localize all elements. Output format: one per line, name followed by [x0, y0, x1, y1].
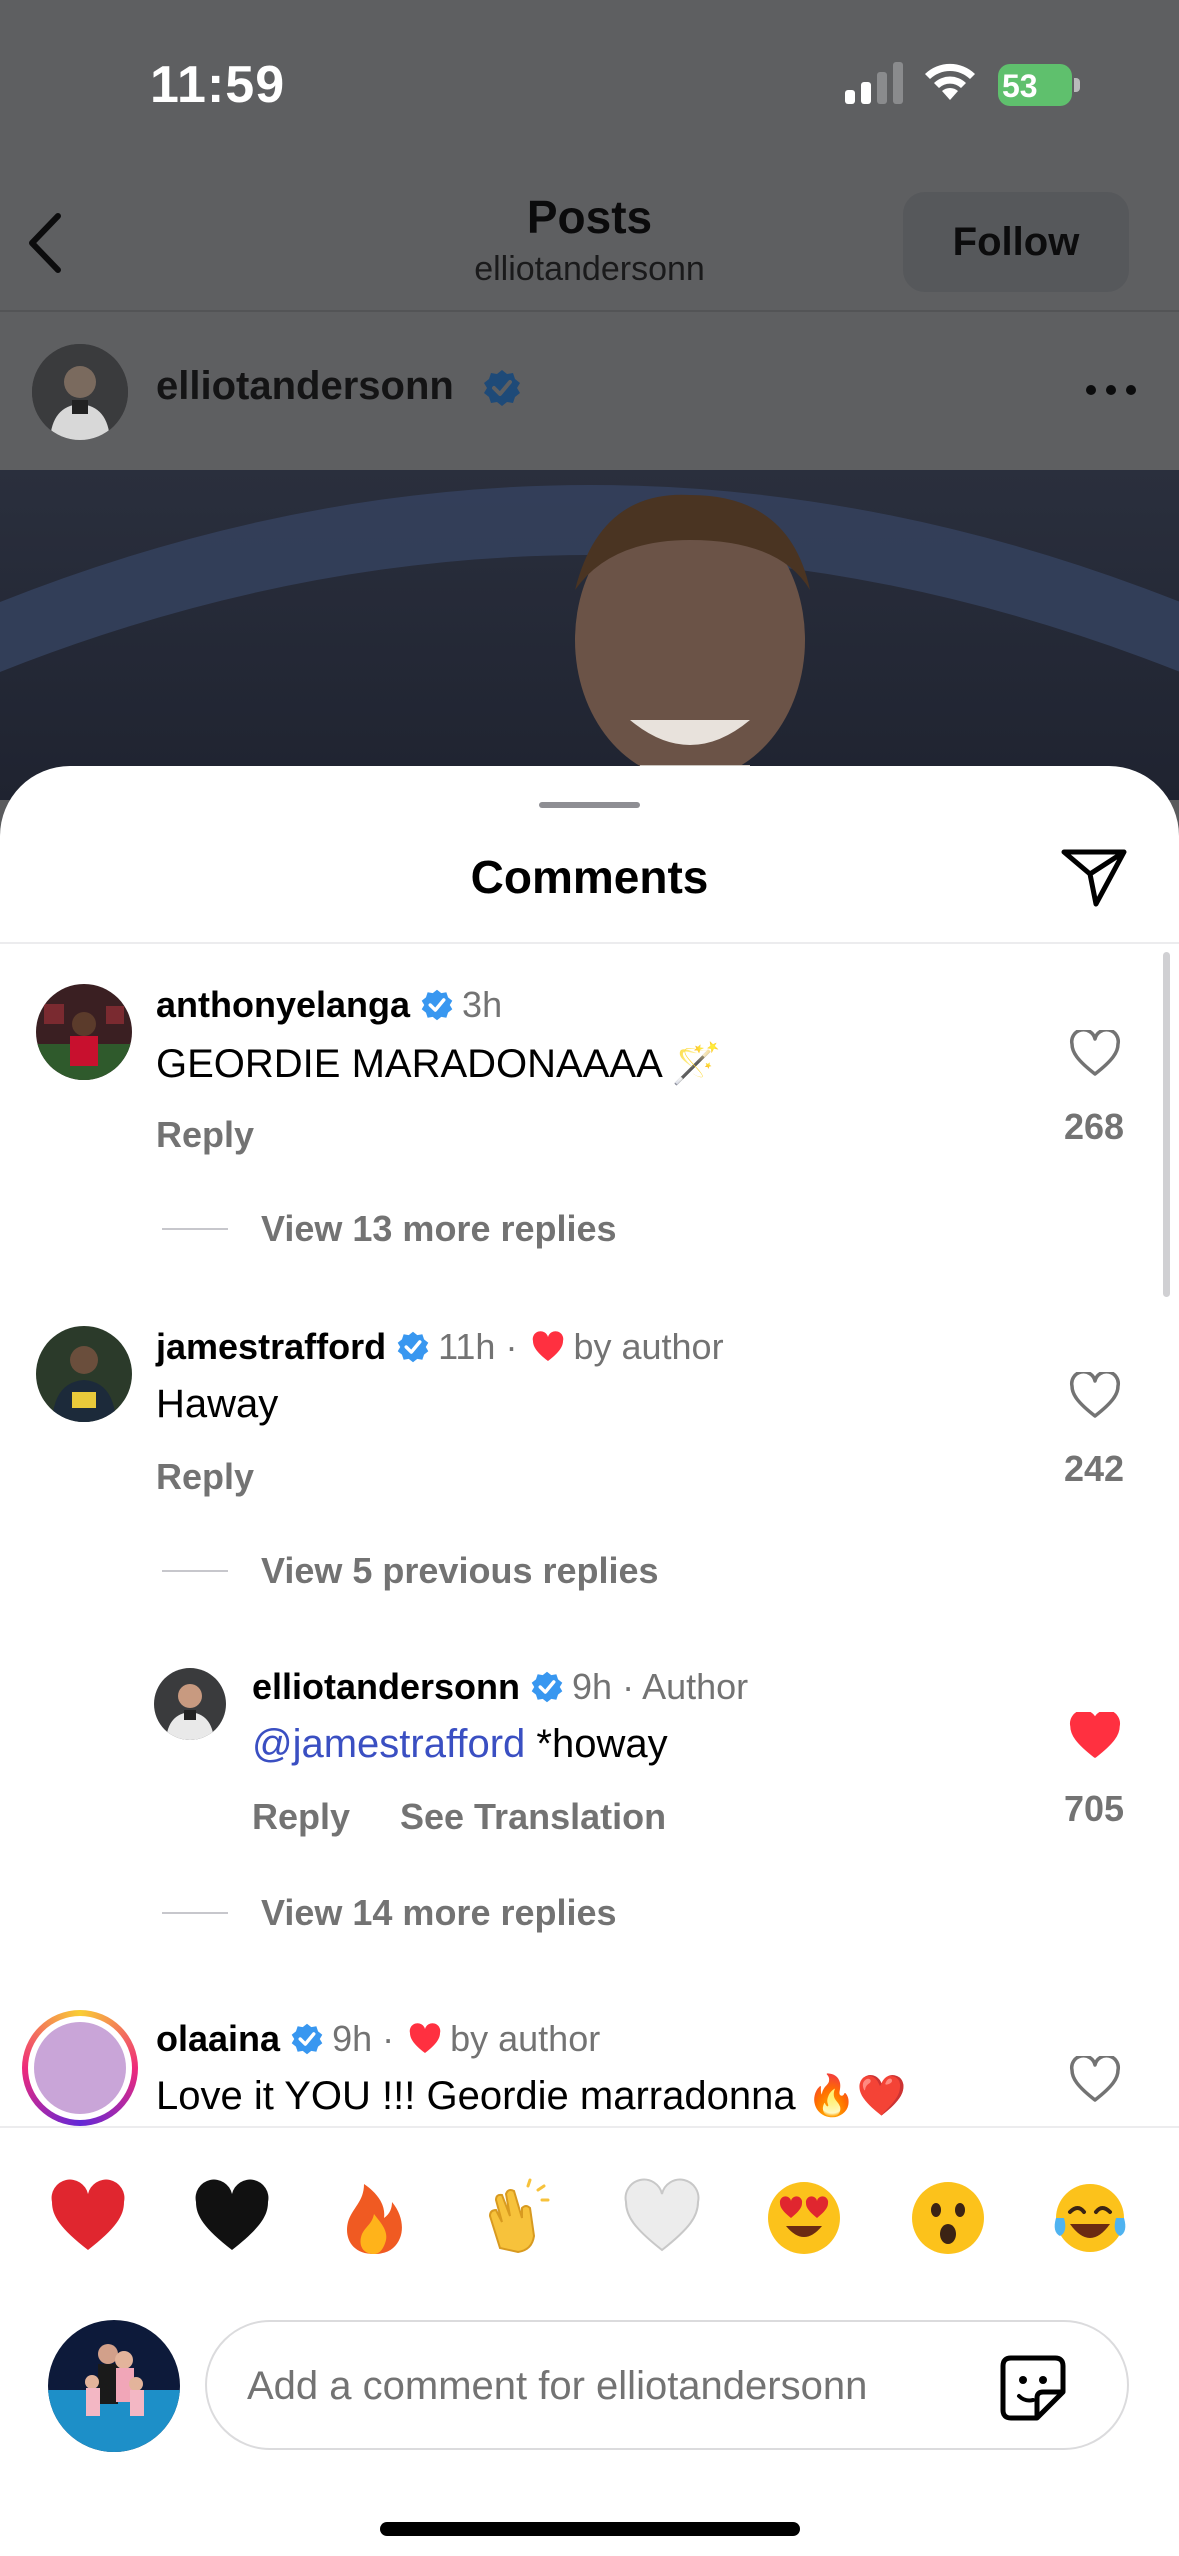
reply-button[interactable]: Reply — [156, 1114, 254, 1156]
view-replies-line — [162, 1570, 228, 1572]
comment-meta: jamestrafford 11h · by author — [156, 1326, 724, 1368]
comments-sheet: Comments anthonyelanga 3h GEORDIE MARADO — [0, 766, 1179, 2556]
verified-badge-icon — [531, 1671, 563, 1703]
comment-time: 9h · — [332, 2018, 395, 2059]
like-heart-icon[interactable] — [1069, 1030, 1121, 1078]
sheet-grabber[interactable] — [539, 802, 640, 808]
follow-button[interactable]: Follow — [903, 192, 1129, 292]
view-replies-text[interactable]: View 14 more replies — [261, 1892, 617, 1934]
reaction-fire[interactable] — [334, 2178, 414, 2258]
commenter-avatar-with-story-ring[interactable] — [22, 2010, 138, 2126]
liked-by-author-label: by author — [573, 1326, 724, 1367]
view-replies-text[interactable]: View 13 more replies — [261, 1208, 617, 1250]
sticker-icon[interactable] — [997, 2352, 1069, 2424]
like-count: 242 — [1063, 1448, 1125, 1489]
reply-button[interactable]: Reply — [252, 1796, 350, 1838]
comment-composer: Add a comment for elliotandersonn — [0, 2256, 1179, 2556]
verified-badge-icon — [291, 2023, 323, 2055]
liked-heart-icon[interactable] — [1069, 1712, 1121, 1760]
post-author-username[interactable]: elliotandersonn — [156, 364, 454, 409]
share-icon[interactable] — [1058, 840, 1130, 912]
commenter-avatar[interactable] — [36, 1326, 132, 1422]
post-image[interactable] — [0, 470, 1179, 800]
comment-text: GEORDIE MARADONAAAA 🪄 — [156, 1042, 722, 1086]
battery-tip — [1074, 78, 1080, 92]
reaction-white-heart[interactable] — [622, 2178, 702, 2258]
reaction-heart-eyes[interactable] — [764, 2178, 844, 2258]
comment-meta: anthonyelanga 3h — [156, 984, 502, 1026]
comment-input-placeholder: Add a comment for elliotandersonn — [247, 2364, 868, 2408]
comment-meta: olaaina 9h · by author — [156, 2018, 600, 2060]
comment-time: 11h · — [438, 1326, 518, 1367]
comment-username[interactable]: jamestrafford — [156, 1326, 386, 1368]
sheet-title: Comments — [470, 851, 709, 903]
post-author-avatar[interactable] — [32, 344, 128, 440]
nav-bar: Posts elliotandersonn Follow — [0, 170, 1179, 310]
home-indicator[interactable] — [380, 2522, 800, 2536]
reaction-black-heart[interactable] — [192, 2178, 272, 2258]
like-heart-icon[interactable] — [1069, 2056, 1121, 2104]
reaction-red-heart[interactable] — [48, 2178, 128, 2258]
view-more-replies[interactable]: View 13 more replies — [162, 1208, 617, 1250]
comment-text: Haway — [156, 1382, 279, 1426]
comment-text: @jamestrafford *howay — [252, 1722, 668, 1767]
comment-username[interactable]: elliotandersonn — [252, 1666, 520, 1708]
quick-reactions-bar — [0, 2126, 1179, 2256]
wifi-icon — [925, 63, 975, 100]
reply-button[interactable]: Reply — [156, 1456, 254, 1498]
reaction-surprised-face[interactable] — [908, 2178, 988, 2258]
verified-badge-icon — [421, 989, 453, 1021]
liked-by-author-label: by author — [450, 2018, 601, 2059]
commenter-avatar[interactable] — [36, 984, 132, 1080]
liked-by-author-heart-icon — [409, 2023, 441, 2053]
sheet-divider — [0, 942, 1179, 944]
comment-input[interactable]: Add a comment for elliotandersonn — [205, 2320, 1129, 2450]
view-previous-replies[interactable]: View 5 previous replies — [162, 1550, 659, 1592]
like-heart-icon[interactable] — [1069, 1372, 1121, 1420]
view-replies-line — [162, 1912, 228, 1914]
comment-meta: elliotandersonn 9h · Author — [252, 1666, 748, 1708]
see-translation-button[interactable]: See Translation — [400, 1796, 666, 1838]
comment-username[interactable]: olaaina — [156, 2018, 280, 2060]
status-time: 11:59 — [150, 56, 286, 114]
comment-username[interactable]: anthonyelanga — [156, 984, 410, 1026]
battery-percent: 53 — [1002, 68, 1038, 104]
comment-time: 9h · Author — [572, 1666, 749, 1707]
verified-badge-icon — [484, 370, 520, 406]
comment-text: Love it YOU !!! Geordie marradonna 🔥❤️ — [156, 2074, 907, 2118]
status-bar: 11:59 53 — [0, 0, 1179, 170]
like-count: 268 — [1063, 1106, 1125, 1147]
battery-icon: 53 — [998, 64, 1080, 106]
comment-time: 3h — [462, 984, 503, 1025]
view-replies-text[interactable]: View 5 previous replies — [261, 1550, 659, 1592]
current-user-avatar — [48, 2320, 180, 2452]
scrollbar[interactable] — [1163, 952, 1170, 1297]
reaction-clapping-hands[interactable] — [478, 2178, 558, 2258]
verified-badge-icon — [397, 1331, 429, 1363]
liked-by-author-heart-icon — [533, 1331, 564, 1361]
commenter-avatar[interactable] — [154, 1668, 226, 1740]
like-count: 705 — [1063, 1788, 1125, 1829]
view-replies-line — [162, 1228, 228, 1230]
view-more-replies[interactable]: View 14 more replies — [162, 1892, 617, 1934]
more-options-icon[interactable] — [1085, 382, 1137, 398]
battery-level: 53 — [998, 64, 1072, 106]
reaction-tears-of-joy[interactable] — [1050, 2178, 1130, 2258]
post-header: elliotandersonn — [0, 312, 1179, 470]
mention-link[interactable]: @jamestrafford — [252, 1722, 525, 1766]
cellular-signal-icon — [845, 62, 903, 104]
comment-body: *howay — [525, 1722, 668, 1766]
